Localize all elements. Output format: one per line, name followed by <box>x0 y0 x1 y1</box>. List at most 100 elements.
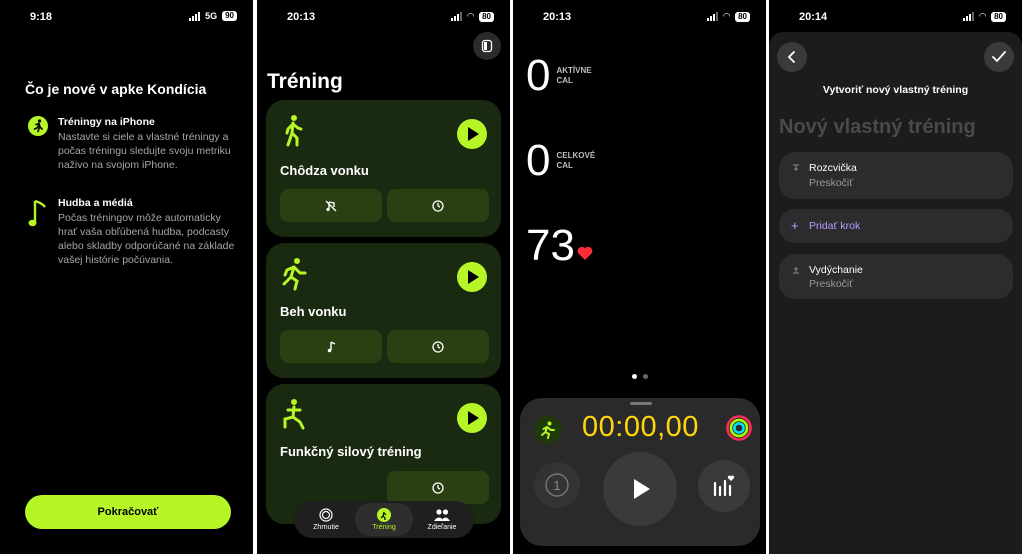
running-figure-icon <box>28 116 50 172</box>
elapsed-timer: 00:00,00 <box>582 411 699 443</box>
workout-name: Chôdza vonku <box>280 163 369 178</box>
wifi-icon: ◠ <box>723 11 731 21</box>
wifi-icon: ◠ <box>979 11 987 21</box>
metric-label: CELKOVÉ <box>556 151 596 160</box>
running-figure-icon <box>282 258 307 291</box>
lunge-figure-icon <box>283 399 305 430</box>
whats-new-screen: 9:18 5G 90 Čo je nové v apke Kondícia Tr… <box>0 0 253 554</box>
metric-unit: CAL <box>556 161 573 170</box>
play-icon <box>468 270 479 284</box>
running-figure-icon <box>377 508 391 522</box>
lap-button[interactable]: 1 <box>534 462 580 508</box>
battery-badge: 80 <box>735 11 750 22</box>
page-indicator <box>632 374 648 379</box>
heart-icon <box>577 246 593 260</box>
status-bar: 9:18 5G 90 <box>0 0 253 30</box>
workout-name-field[interactable]: Nový vlastný tréning <box>779 116 976 139</box>
checkmark-icon <box>992 51 1006 63</box>
workout-session-screen: 20:13 ◠ 80 0 AKTÍVNE CAL 0 CELKOVÉ CAL 73 … <box>513 0 766 554</box>
tab-label: Tréning <box>372 524 396 531</box>
running-figure-icon <box>534 416 562 444</box>
media-button[interactable] <box>280 330 382 363</box>
goal-button[interactable] <box>387 471 489 504</box>
timer-icon <box>432 199 444 212</box>
page-title: Čo je nové v apke Kondícia <box>25 81 207 97</box>
watch-icon <box>481 39 493 53</box>
tab-workout[interactable]: Tréning <box>355 503 413 536</box>
cooldown-icon <box>793 267 799 274</box>
battery-badge: 80 <box>479 11 494 22</box>
drag-handle[interactable] <box>630 402 652 405</box>
metric-unit: CAL <box>556 76 573 85</box>
step-row[interactable]: Vydýchanie Preskočiť <box>779 254 1013 299</box>
heart-rate-chart-icon <box>713 475 735 497</box>
play-button[interactable] <box>457 403 487 433</box>
media-button[interactable] <box>280 189 382 222</box>
status-bar: 20:14 ◠ 80 <box>769 0 1022 30</box>
feature-item: Hudba a médiá Počas tréningov môže autom… <box>28 197 240 267</box>
timer-icon <box>432 481 444 494</box>
status-time: 9:18 <box>30 11 53 23</box>
tab-label: Zdieľanie <box>427 524 457 531</box>
metrics-button[interactable] <box>698 460 750 512</box>
status-time: 20:13 <box>543 11 572 23</box>
no-music-icon <box>325 200 337 211</box>
feature-text: Počas tréningov môže automaticky hrať va… <box>58 212 235 266</box>
activity-rings-icon <box>319 508 333 522</box>
heart-rate: 73 <box>526 222 593 270</box>
feature-title: Hudba a médiá <box>58 197 133 209</box>
total-cal-value: 0 <box>526 136 551 185</box>
active-calories: 0 AKTÍVNE CAL <box>526 52 592 100</box>
goal-button[interactable] <box>387 189 489 222</box>
add-step-row[interactable]: + Pridať krok <box>779 209 1013 243</box>
sheet-title: Vytvoriť nový vlastný tréning <box>822 84 969 96</box>
play-icon <box>634 479 650 499</box>
active-cal-value: 0 <box>526 51 551 100</box>
start-button[interactable] <box>603 452 677 526</box>
workout-card[interactable]: Beh vonku <box>266 243 501 378</box>
status-bar: 20:13 ◠ 80 <box>257 0 510 30</box>
activity-rings-icon <box>726 415 752 441</box>
workout-list-screen: 20:13 ◠ 80 Tréning Chôdza vonku Beh vonk… <box>257 0 510 554</box>
people-icon <box>434 509 450 521</box>
feature-item: Tréningy na iPhone Nastavte si ciele a v… <box>28 116 240 172</box>
wifi-icon: ◠ <box>467 11 475 21</box>
music-note-icon <box>327 340 336 352</box>
lap-label: 1 <box>553 477 561 493</box>
continue-button[interactable]: Pokračovať <box>25 495 231 529</box>
page-dot <box>632 374 637 379</box>
plus-icon: + <box>791 218 799 233</box>
workout-control-panel: 00:00,00 1 <box>520 398 760 546</box>
signal-icon <box>963 12 975 21</box>
watch-toggle-button[interactable] <box>473 32 501 60</box>
custom-workout-screen: 20:14 ◠ 80 Vytvoriť nový vlastný tréning… <box>769 0 1022 554</box>
play-icon <box>468 127 479 141</box>
status-bar: 20:13 ◠ 80 <box>513 0 766 30</box>
workout-card[interactable]: Chôdza vonku <box>266 100 501 237</box>
step-row[interactable]: Rozcvička Preskočiť <box>779 152 1013 199</box>
step-subtitle: Preskočiť <box>809 177 854 189</box>
play-icon <box>468 411 479 425</box>
goal-button[interactable] <box>387 330 489 363</box>
tab-bar: Zhrnutie Tréning Zdieľanie <box>294 501 474 538</box>
signal-icon <box>707 12 719 21</box>
status-time: 20:14 <box>799 11 828 23</box>
warmup-icon <box>793 164 799 171</box>
total-calories: 0 CELKOVÉ CAL <box>526 137 595 185</box>
step-subtitle: Preskočiť <box>809 278 854 290</box>
page-dot <box>643 374 648 379</box>
signal-icon <box>189 11 201 21</box>
signal-icon <box>451 12 463 21</box>
tab-summary[interactable]: Zhrnutie <box>297 503 355 536</box>
heart-rate-value: 73 <box>526 221 575 270</box>
play-button[interactable] <box>457 262 487 292</box>
done-button[interactable] <box>984 42 1014 72</box>
workout-name: Beh vonku <box>280 304 347 319</box>
battery-badge: 90 <box>222 11 237 21</box>
play-button[interactable] <box>457 119 487 149</box>
tab-sharing[interactable]: Zdieľanie <box>413 503 471 536</box>
walking-figure-icon <box>285 115 303 147</box>
timer-icon <box>432 340 444 353</box>
back-button[interactable] <box>777 42 807 72</box>
feature-title: Tréningy na iPhone <box>58 116 155 128</box>
